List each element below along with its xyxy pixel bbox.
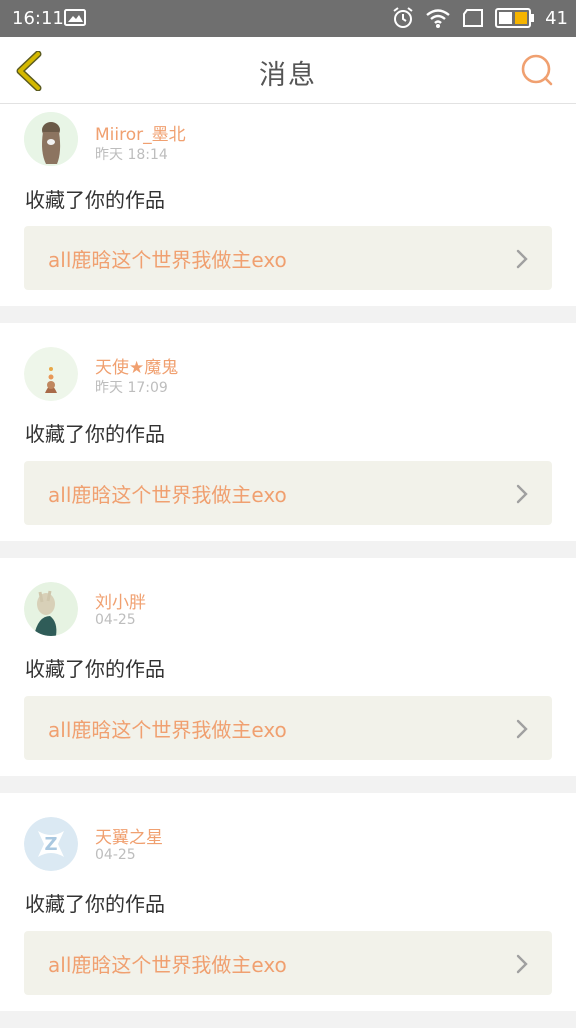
work-title: all鹿晗这个世界我做主exo — [48, 718, 287, 742]
work-title: all鹿晗这个世界我做主exo — [48, 483, 287, 507]
action-text: 收藏了你的作品 — [25, 422, 165, 446]
message-card: 刘小胖 04-25 收藏了你的作品 all鹿晗这个世界我做主exo — [0, 558, 576, 776]
sim-card-icon — [463, 9, 484, 27]
status-bar: 16:11 41 — [0, 0, 576, 37]
work-link[interactable]: all鹿晗这个世界我做主exo — [24, 226, 552, 290]
search-icon[interactable] — [520, 53, 554, 87]
work-link[interactable]: all鹿晗这个世界我做主exo — [24, 696, 552, 760]
timestamp: 昨天 17:09 — [95, 380, 168, 396]
avatar[interactable] — [24, 347, 78, 401]
timestamp: 04-25 — [95, 847, 136, 863]
avatar[interactable] — [24, 112, 78, 166]
timestamp: 昨天 18:14 — [95, 147, 168, 163]
wifi-icon — [426, 9, 450, 28]
work-link[interactable]: all鹿晗这个世界我做主exo — [24, 461, 552, 525]
username[interactable]: 天翼之星 — [95, 823, 163, 848]
username[interactable]: 刘小胖 — [95, 588, 146, 613]
action-text: 收藏了你的作品 — [25, 657, 165, 681]
username[interactable]: Miiror_墨北 — [95, 120, 186, 145]
action-text: 收藏了你的作品 — [25, 892, 165, 916]
message-card: Miiror_墨北 昨天 18:14 收藏了你的作品 all鹿晗这个世界我做主e… — [0, 104, 576, 306]
avatar[interactable] — [24, 582, 78, 636]
battery-icon — [495, 8, 535, 28]
work-link[interactable]: all鹿晗这个世界我做主exo — [24, 931, 552, 995]
page-title: 消息 — [259, 60, 317, 91]
timestamp: 04-25 — [95, 612, 136, 628]
svg-text:Z: Z — [44, 834, 57, 855]
battery-level: 41 — [545, 7, 568, 29]
status-icons: 41 — [391, 5, 568, 31]
chevron-right-icon — [516, 954, 528, 974]
work-title: all鹿晗这个世界我做主exo — [48, 248, 287, 272]
gallery-notification-icon — [64, 9, 86, 26]
chevron-right-icon — [516, 249, 528, 269]
message-card: Z 天翼之星 04-25 收藏了你的作品 all鹿晗这个世界我做主exo — [0, 793, 576, 1011]
nav-bar: 消息 — [0, 37, 576, 104]
action-text: 收藏了你的作品 — [25, 188, 165, 212]
message-list: Miiror_墨北 昨天 18:14 收藏了你的作品 all鹿晗这个世界我做主e… — [0, 104, 576, 1028]
chevron-right-icon — [516, 484, 528, 504]
message-card: 天使★魔鬼 昨天 17:09 收藏了你的作品 all鹿晗这个世界我做主exo — [0, 323, 576, 541]
alarm-icon — [393, 7, 413, 28]
chevron-right-icon — [516, 719, 528, 739]
avatar[interactable]: Z — [24, 817, 78, 871]
work-title: all鹿晗这个世界我做主exo — [48, 953, 287, 977]
username[interactable]: 天使★魔鬼 — [95, 353, 178, 378]
status-time: 16:11 — [12, 8, 64, 29]
